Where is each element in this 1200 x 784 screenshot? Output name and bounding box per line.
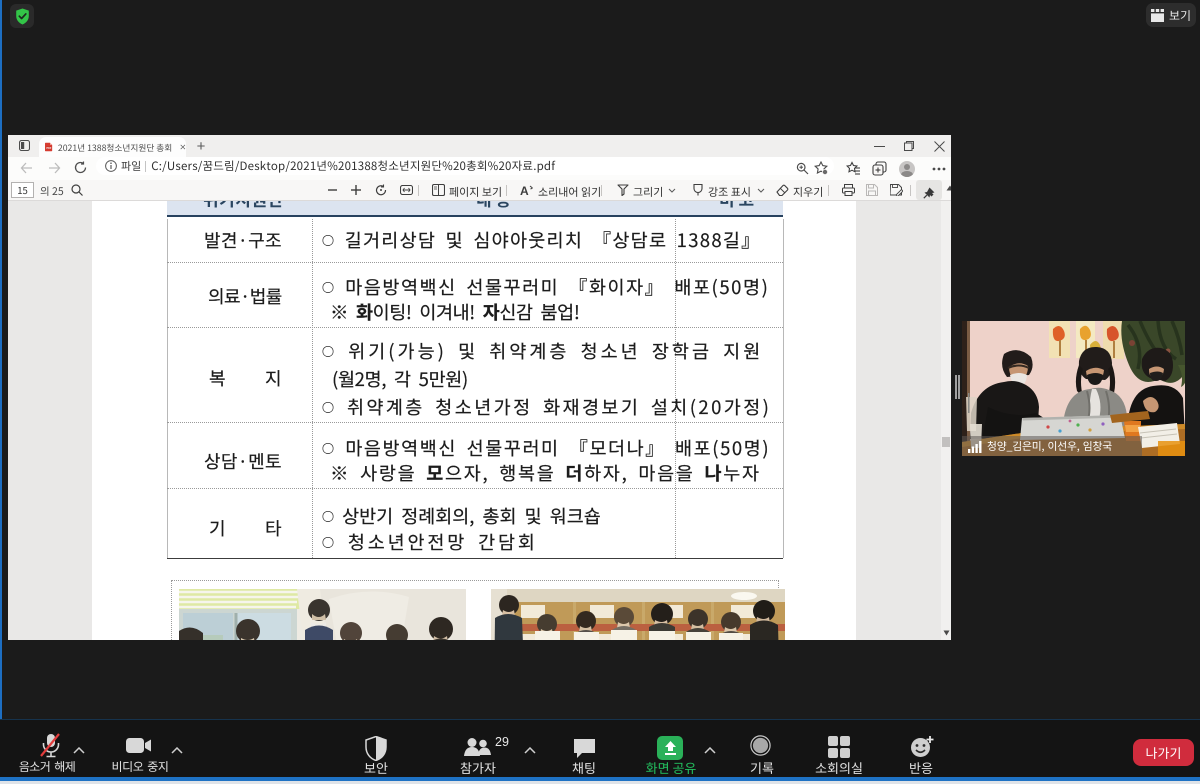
svg-text:PDF: PDF	[47, 147, 52, 150]
svg-text:A: A	[520, 184, 529, 197]
